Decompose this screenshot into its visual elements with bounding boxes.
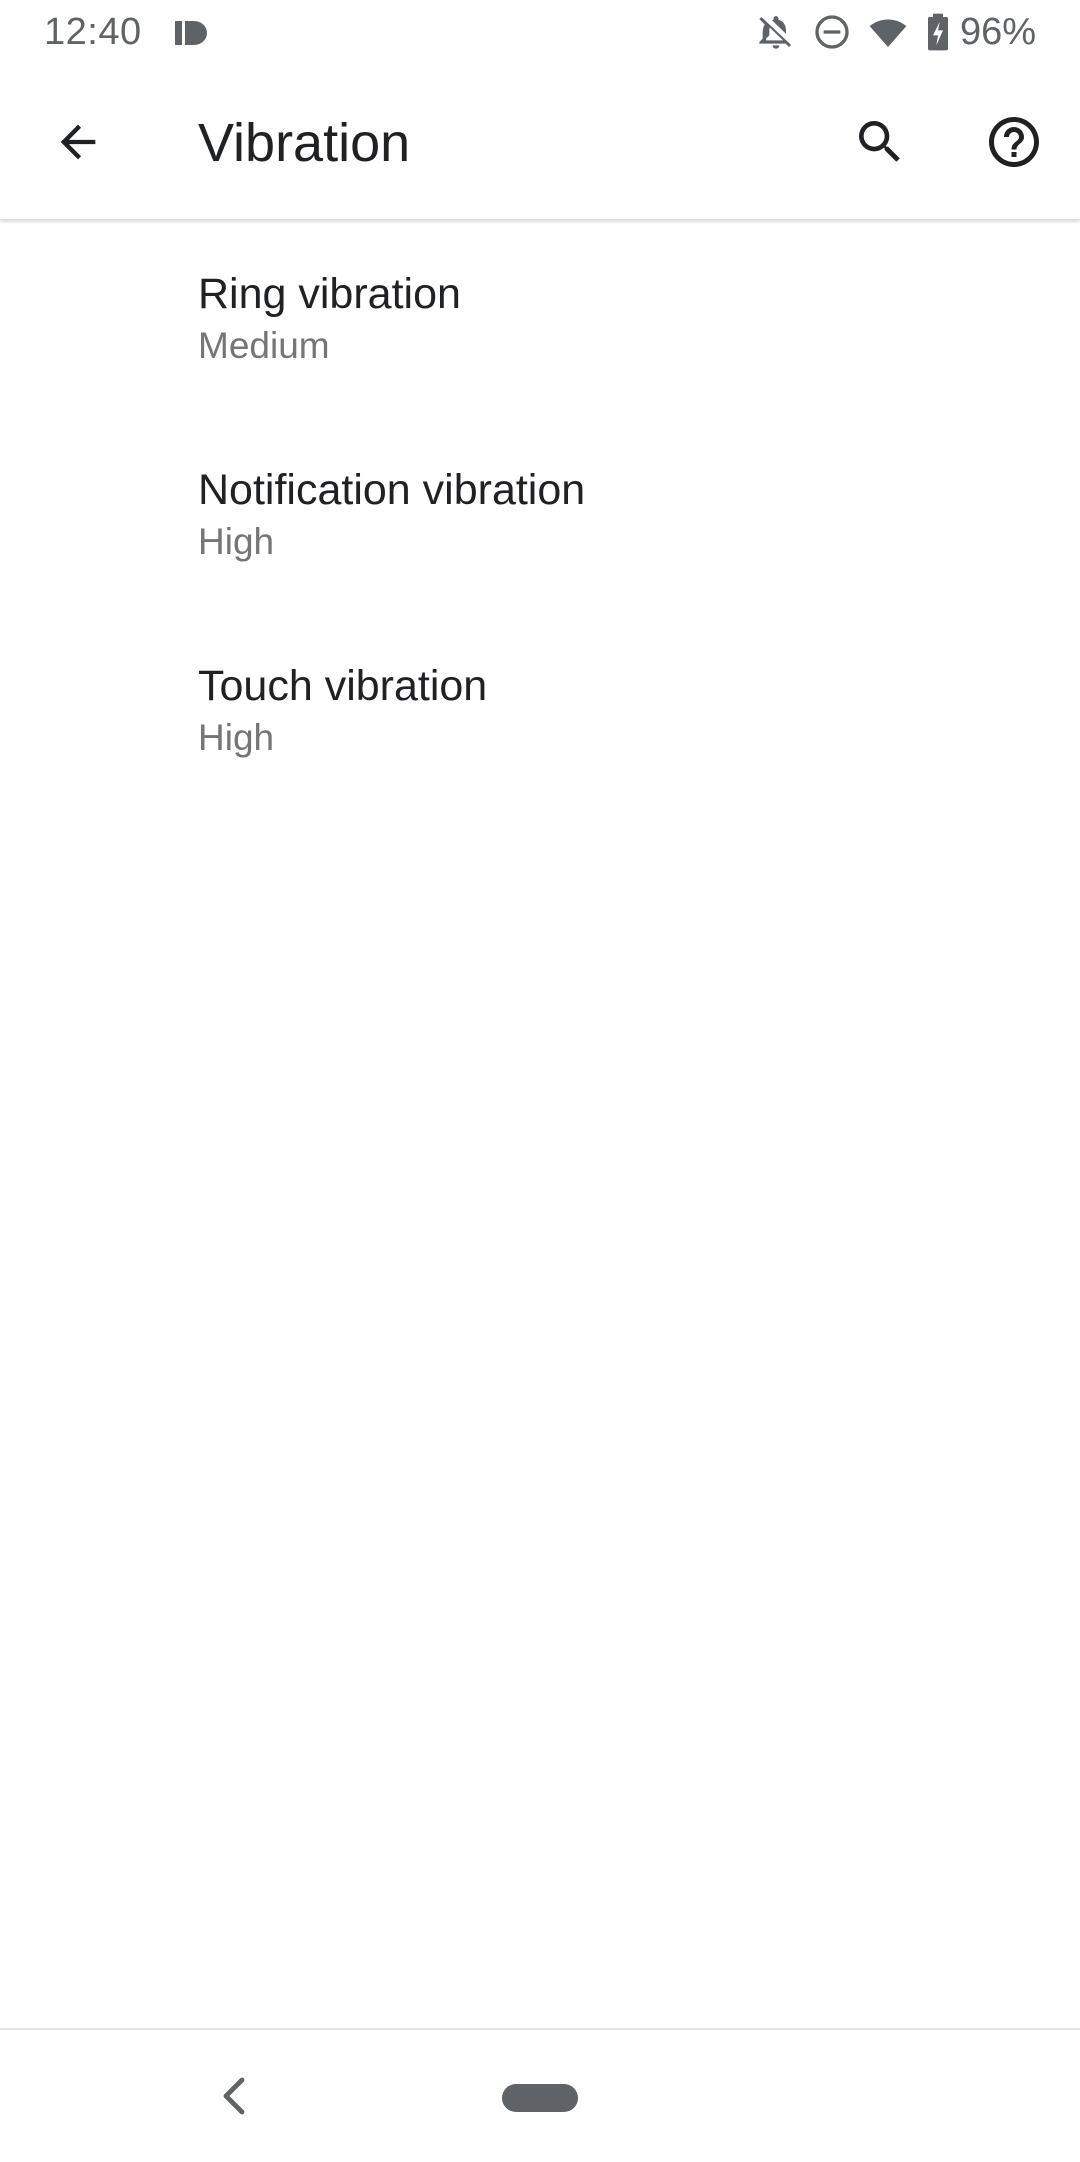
battery-charging-icon (924, 12, 952, 52)
item-title: Ring vibration (198, 270, 461, 318)
battery-percent: 96% (959, 11, 1036, 53)
home-pill-icon[interactable] (502, 2084, 578, 2112)
item-title: Touch vibration (198, 662, 488, 710)
status-bar: 12:40 96% (0, 0, 1080, 66)
search-icon (859, 121, 900, 162)
back-button[interactable] (40, 104, 116, 180)
item-summary: High (198, 521, 275, 562)
app-bar: Vibration (0, 66, 1080, 220)
wifi-icon (868, 12, 908, 52)
do-not-disturb-icon (812, 12, 852, 52)
back-arrow-icon (60, 124, 96, 160)
id-icon (174, 18, 208, 48)
help-icon (989, 117, 1039, 167)
nav-back-button[interactable] (214, 2076, 254, 2116)
item-title: Notification vibration (198, 466, 586, 514)
status-time: 12:40 (44, 11, 142, 53)
page-title: Vibration (198, 113, 411, 173)
notification-vibration-item[interactable]: Notification vibration High (0, 416, 1080, 612)
status-icons: 96% (740, 10, 1036, 54)
touch-vibration-item[interactable]: Touch vibration High (0, 612, 1080, 808)
settings-list: Ring vibration Medium Notification vibra… (0, 220, 1080, 808)
nav-back-icon (223, 2077, 245, 2115)
item-summary: High (198, 717, 275, 758)
navigation-bar (0, 2028, 1080, 2162)
item-summary: Medium (198, 325, 330, 366)
notifications-off-icon (756, 12, 796, 52)
ring-vibration-item[interactable]: Ring vibration Medium (0, 220, 1080, 416)
search-button[interactable] (842, 104, 918, 180)
help-button[interactable] (976, 104, 1052, 180)
